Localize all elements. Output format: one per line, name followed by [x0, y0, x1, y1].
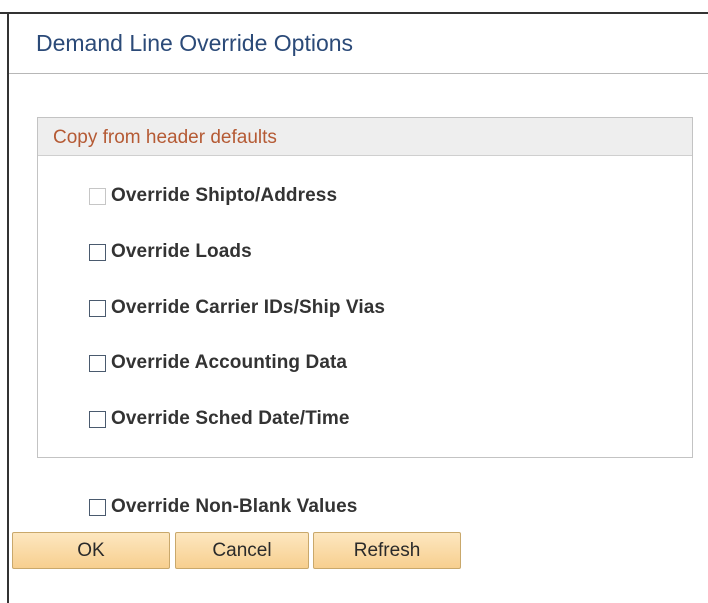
override-carrier-label: Override Carrier IDs/Ship Vias	[111, 297, 386, 318]
override-accounting-checkbox[interactable]	[89, 354, 106, 372]
override-shipto-label: Override Shipto/Address	[111, 185, 338, 206]
group-header-label: Copy from header defaults	[53, 127, 277, 148]
title-divider	[9, 73, 708, 74]
override-loads-label: Override Loads	[111, 241, 252, 262]
override-shipto-checkbox[interactable]	[89, 187, 106, 205]
refresh-button[interactable]: Refresh	[313, 532, 461, 569]
ok-button[interactable]: OK	[12, 532, 170, 569]
option-override-non-blank: Override Non-Blank Values	[89, 494, 357, 520]
dialog-title: Demand Line Override Options	[36, 30, 354, 56]
override-sched-checkbox[interactable]	[89, 410, 106, 428]
window-left-edge	[7, 12, 9, 603]
option-override-carrier: Override Carrier IDs/Ship Vias	[89, 295, 385, 321]
window-top-edge	[0, 0, 708, 14]
override-carrier-checkbox[interactable]	[89, 299, 106, 317]
override-non-blank-checkbox[interactable]	[89, 498, 106, 516]
override-loads-checkbox[interactable]	[89, 243, 106, 261]
option-override-shipto: Override Shipto/Address	[89, 183, 337, 209]
cancel-button[interactable]: Cancel	[175, 532, 309, 569]
override-sched-label: Override Sched Date/Time	[111, 408, 350, 429]
option-override-accounting: Override Accounting Data	[89, 350, 347, 376]
override-accounting-label: Override Accounting Data	[111, 352, 348, 373]
group-header: Copy from header defaults	[38, 118, 692, 156]
option-override-sched: Override Sched Date/Time	[89, 406, 350, 432]
option-override-loads: Override Loads	[89, 239, 252, 265]
override-non-blank-label: Override Non-Blank Values	[111, 496, 358, 517]
